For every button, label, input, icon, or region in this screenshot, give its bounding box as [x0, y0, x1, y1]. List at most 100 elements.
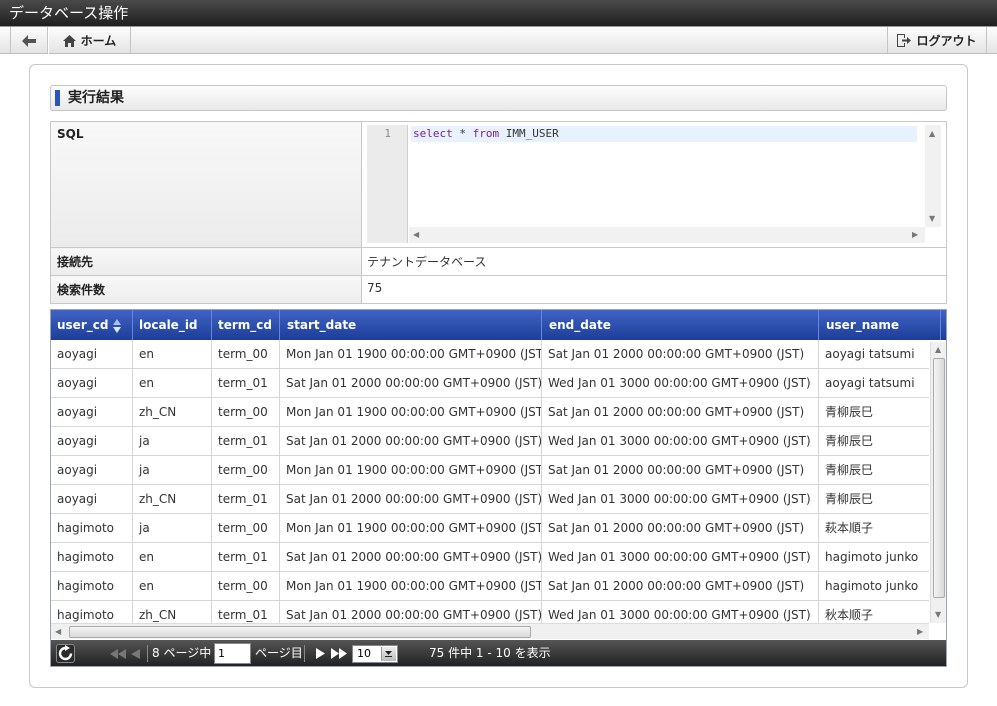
table-cell-user-name: hagimoto junko [825, 550, 919, 564]
column-header-locale-id[interactable]: locale_id [133, 310, 212, 340]
first-page-icon[interactable] [110, 649, 126, 659]
table-cell-term-cd: term_01 [212, 369, 280, 398]
table-cell-user-cd: aoyagi [51, 427, 133, 456]
table-cell-end-date: Sat Jan 01 2000 00:00:00 GMT+0900 (JST) [542, 572, 819, 601]
table-row[interactable]: hagimoto ja term_00 Mon Jan 01 1900 00:00:0… [51, 514, 929, 543]
table-cell-user-name: aoyagi tatsumi [825, 347, 915, 361]
table-row[interactable]: aoyagi en term_00 Mon Jan 01 1900 00:00:00 … [51, 340, 929, 369]
table-cell-start-date: Mon Jan 01 1900 00:00:00 GMT+0900 (JST) [280, 514, 542, 543]
vertical-scroll-thumb[interactable] [933, 358, 945, 598]
table-cell-user-cd: aoyagi [51, 456, 133, 485]
table-cell-locale-id: en [133, 572, 212, 601]
column-header-user-cd[interactable]: user_cd [51, 310, 133, 340]
table-cell-user-name: aoyagi tatsumi [825, 376, 915, 390]
table-row[interactable]: aoyagi en term_01 Sat Jan 01 2000 00:00:00 … [51, 369, 929, 398]
home-button-label: ホーム [80, 34, 117, 48]
table-cell-end-date: Sat Jan 01 2000 00:00:00 GMT+0900 (JST) [542, 340, 819, 369]
table-cell-term-cd: term_00 [212, 340, 280, 369]
count-value: 75 [361, 275, 947, 304]
scroll-up-icon[interactable]: ▲ [935, 345, 941, 354]
back-button[interactable] [10, 27, 48, 54]
table-row[interactable]: hagimoto en term_00 Mon Jan 01 1900 00:00:0… [51, 572, 929, 601]
table-row[interactable]: aoyagi zh_CN term_01 Sat Jan 01 2000 00:00:… [51, 485, 929, 514]
result-grid: user_cd locale_id term_cd start_date end… [50, 309, 947, 667]
logout-button-label: ログアウト [916, 34, 977, 48]
table-cell-term-cd: term_00 [212, 456, 280, 485]
connection-label: 接続先 [50, 247, 362, 276]
grid-vertical-scrollbar[interactable]: ▲ ▼ [930, 342, 946, 623]
next-page-icon[interactable] [316, 648, 325, 659]
sql-label: SQL [50, 121, 362, 248]
pager-separator [147, 645, 148, 662]
horizontal-scroll-thumb[interactable] [69, 626, 531, 638]
table-cell-start-date: Sat Jan 01 2000 00:00:00 GMT+0900 (JST) [280, 427, 542, 456]
logout-button[interactable]: ログアウト [887, 27, 987, 54]
scroll-right-icon[interactable]: ▶ [917, 627, 923, 636]
page-size-select[interactable]: 10 [352, 645, 398, 663]
sql-editor-cell: 1 select * from IMM_USER ▲ ▼ ◀ ▶ [361, 121, 947, 248]
scroll-down-icon[interactable]: ▼ [935, 610, 941, 619]
table-cell-start-date: Sat Jan 01 2000 00:00:00 GMT+0900 (JST) [280, 485, 542, 514]
sql-table-name: IMM_USER [499, 127, 559, 140]
table-cell-locale-id: ja [133, 427, 212, 456]
table-cell-user-name: 青柳辰巳 [825, 405, 874, 419]
editor-horizontal-scrollbar[interactable]: ◀ ▶ [409, 227, 925, 243]
table-cell-user-name: 青柳辰巳 [825, 434, 874, 448]
total-pages-text: 8 ページ中 [152, 646, 212, 660]
line-number-gutter: 1 [367, 125, 408, 243]
table-row[interactable]: hagimoto zh_CN term_01 Sat Jan 01 2000 00:0… [51, 601, 929, 623]
table-cell-user-name: 青柳辰巳 [825, 492, 874, 506]
table-cell-term-cd: term_01 [212, 601, 280, 623]
grid-header: user_cd locale_id term_cd start_date end… [51, 310, 946, 340]
back-arrow-icon [22, 34, 36, 47]
table-cell-user-cd: hagimoto [51, 601, 133, 623]
page-number-input[interactable] [214, 643, 251, 664]
pager-separator [304, 645, 305, 662]
dropdown-button[interactable] [381, 647, 396, 661]
last-page-icon[interactable] [331, 648, 347, 659]
table-row[interactable]: aoyagi ja term_01 Sat Jan 01 2000 00:00:00 … [51, 427, 929, 456]
scroll-left-icon[interactable]: ◀ [55, 627, 61, 636]
column-header-start-date[interactable]: start_date [280, 310, 542, 340]
section-title: 実行結果 [50, 85, 947, 111]
sql-star: * [452, 127, 473, 140]
table-cell-term-cd: term_00 [212, 398, 280, 427]
table-cell-locale-id: ja [133, 456, 212, 485]
count-label: 検索件数 [50, 275, 362, 304]
editor-vertical-scrollbar[interactable]: ▲ ▼ [925, 125, 941, 227]
column-header-term-cd[interactable]: term_cd [212, 310, 280, 340]
table-row[interactable]: hagimoto en term_01 Sat Jan 01 2000 00:00:0… [51, 543, 929, 572]
window-title: データベース操作 [0, 0, 997, 26]
sql-keyword-from: from [472, 127, 500, 140]
table-cell-start-date: Sat Jan 01 2000 00:00:00 GMT+0900 (JST) [280, 601, 542, 623]
scroll-left-icon[interactable]: ◀ [413, 230, 419, 239]
table-row[interactable]: aoyagi zh_CN term_00 Mon Jan 01 1900 00:00:… [51, 398, 929, 427]
table-cell-term-cd: term_01 [212, 427, 280, 456]
table-cell-locale-id: zh_CN [133, 485, 212, 514]
table-cell-user-cd: hagimoto [51, 543, 133, 572]
table-cell-term-cd: term_01 [212, 485, 280, 514]
home-icon [62, 34, 76, 47]
scroll-down-icon[interactable]: ▼ [929, 214, 935, 223]
table-cell-user-name: 秋本顺子 [825, 608, 874, 622]
refresh-button[interactable] [56, 644, 75, 663]
home-button[interactable]: ホーム [48, 27, 131, 54]
table-cell-user-cd: aoyagi [51, 340, 133, 369]
grid-horizontal-scrollbar[interactable]: ◀ ▶ [51, 623, 929, 639]
result-info-table: SQL 1 select * from IMM_USER ▲ ▼ ◀ ▶ 接続先… [50, 121, 947, 304]
scroll-up-icon[interactable]: ▲ [929, 129, 935, 138]
sql-code-line[interactable]: select * from IMM_USER [411, 126, 917, 142]
table-cell-user-name: 萩本順子 [825, 521, 874, 535]
result-summary-text: 75 件中 1 - 10 を表示 [429, 646, 551, 660]
prev-page-icon[interactable] [131, 649, 140, 659]
code-area[interactable]: select * from IMM_USER [409, 125, 941, 243]
table-cell-term-cd: term_00 [212, 572, 280, 601]
sql-editor[interactable]: 1 select * from IMM_USER ▲ ▼ ◀ ▶ [362, 122, 946, 246]
column-header-user-name[interactable]: user_name [819, 310, 941, 340]
table-cell-start-date: Mon Jan 01 1900 00:00:00 GMT+0900 (JST) [280, 340, 542, 369]
table-cell-locale-id: zh_CN [133, 398, 212, 427]
scroll-right-icon[interactable]: ▶ [912, 230, 918, 239]
column-header-end-date[interactable]: end_date [542, 310, 819, 340]
logout-icon [897, 34, 912, 47]
table-row[interactable]: aoyagi ja term_00 Mon Jan 01 1900 00:00:00 … [51, 456, 929, 485]
